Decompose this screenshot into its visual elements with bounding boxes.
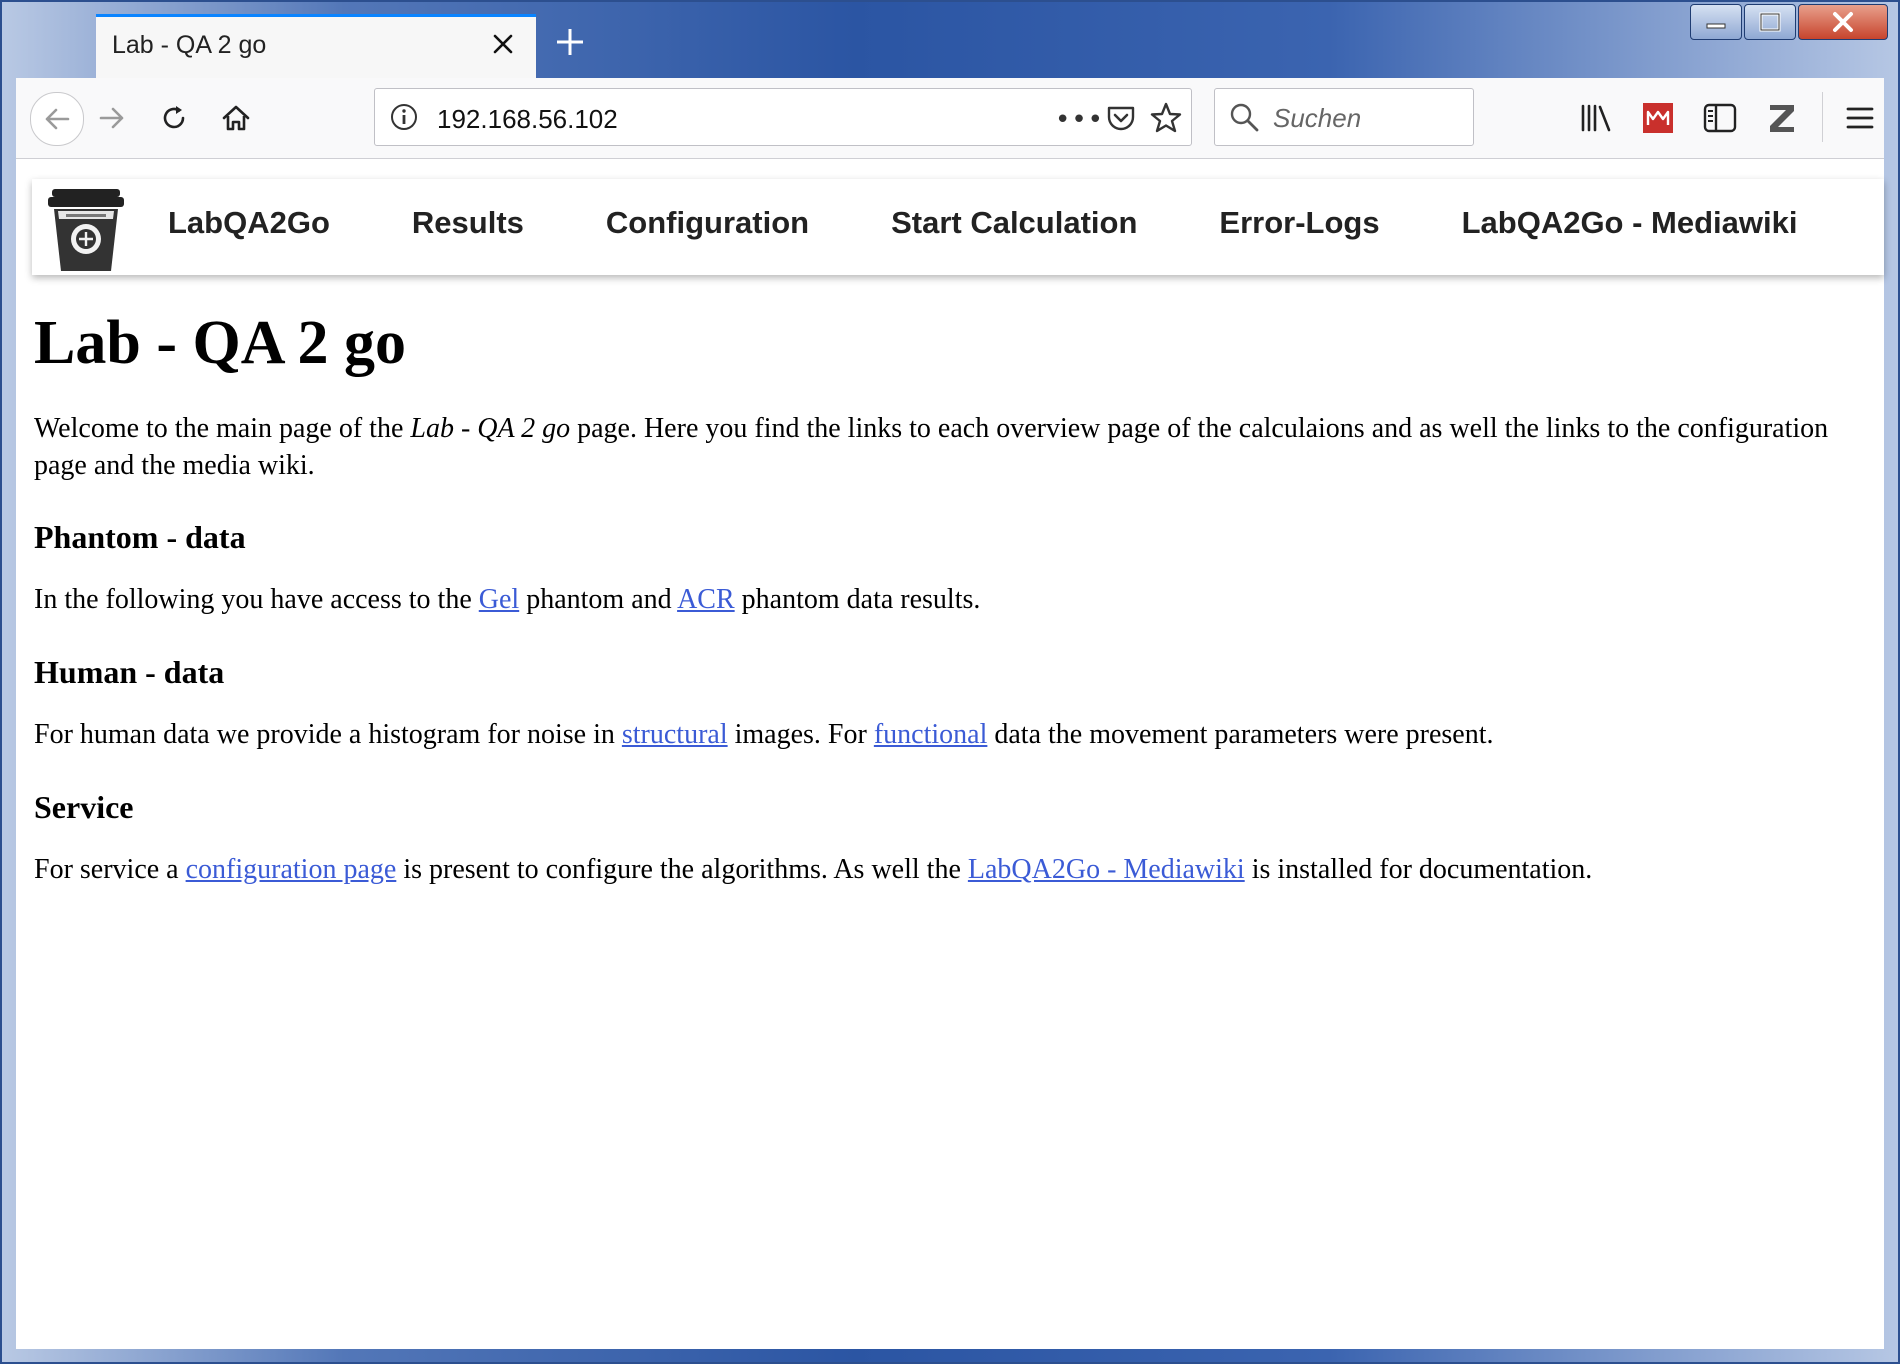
- close-window-icon[interactable]: [1798, 4, 1888, 40]
- page-title: Lab - QA 2 go: [34, 309, 407, 377]
- nav-item-configuration[interactable]: Configuration: [606, 205, 809, 241]
- service-heading: Service: [34, 788, 134, 825]
- structural-link[interactable]: structural: [622, 719, 728, 750]
- human-text-1: For human data we provide a histogram fo…: [34, 719, 622, 751]
- intro-text-before: Welcome to the main page of the: [34, 413, 411, 445]
- maximize-icon[interactable]: [1744, 4, 1796, 40]
- service-text-2: is present to configure the algorithms. …: [396, 853, 968, 885]
- nav-item-mediawiki[interactable]: LabQA2Go - Mediawiki: [1462, 205, 1798, 241]
- gel-link[interactable]: Gel: [479, 584, 519, 615]
- title-bar: Lab - QA 2 go: [2, 2, 1898, 78]
- human-heading: Human - data: [34, 653, 225, 690]
- phantom-text-2: phantom and: [519, 584, 678, 616]
- page-content: Lab - QA 2 go Welcome to the main page o…: [34, 309, 1874, 888]
- nav-item-labqa2go[interactable]: LabQA2Go: [168, 205, 330, 241]
- browser-tab[interactable]: Lab - QA 2 go: [96, 14, 536, 78]
- sidebar-icon[interactable]: [1700, 98, 1740, 138]
- toolbar-separator: [1822, 92, 1823, 142]
- home-icon[interactable]: [210, 92, 262, 144]
- search-icon: [1229, 102, 1259, 136]
- search-input[interactable]: [1271, 101, 1465, 135]
- service-paragraph: For service a configuration page is pres…: [34, 852, 1874, 888]
- forward-arrow-icon[interactable]: [86, 92, 138, 144]
- nav-item-start-calculation[interactable]: Start Calculation: [891, 205, 1137, 241]
- library-icon[interactable]: [1576, 98, 1616, 138]
- nav-item-error-logs[interactable]: Error-Logs: [1219, 205, 1379, 241]
- phantom-text-3: phantom data results.: [734, 584, 981, 616]
- site-navigation-bar: LabQA2Go Results Configuration Start Cal…: [32, 179, 1884, 275]
- coffee-cup-logo-icon[interactable]: [48, 187, 124, 273]
- zotero-red-icon[interactable]: [1638, 98, 1678, 138]
- acr-link[interactable]: ACR: [677, 584, 735, 615]
- functional-link[interactable]: functional: [874, 719, 988, 750]
- zotero-z-icon[interactable]: [1762, 98, 1802, 138]
- phantom-heading: Phantom - data: [34, 518, 246, 555]
- new-tab-plus-icon[interactable]: [550, 22, 590, 62]
- tab-title: Lab - QA 2 go: [112, 31, 267, 59]
- window-controls: [1688, 4, 1888, 40]
- intro-emphasis: Lab - QA 2 go: [410, 413, 571, 445]
- site-menu: LabQA2Go Results Configuration Start Cal…: [168, 205, 1797, 241]
- hamburger-menu-icon[interactable]: [1840, 98, 1880, 138]
- browser-window: Lab - QA 2 go 192.168.56.102 ••• Suchen …: [0, 0, 1900, 1364]
- page-viewport: LabQA2Go Results Configuration Start Cal…: [16, 159, 1884, 1349]
- human-text-3: data the movement parameters were presen…: [987, 719, 1494, 751]
- page-actions-icon[interactable]: •••: [1055, 104, 1103, 136]
- human-paragraph: For human data we provide a histogram fo…: [34, 717, 1874, 753]
- site-info-icon[interactable]: [389, 102, 419, 136]
- close-tab-icon[interactable]: [486, 27, 520, 61]
- url-text[interactable]: 192.168.56.102: [437, 104, 618, 135]
- intro-paragraph: Welcome to the main page of the Lab - QA…: [34, 411, 1874, 484]
- url-bar[interactable]: 192.168.56.102 •••: [374, 88, 1192, 146]
- mediawiki-link[interactable]: LabQA2Go - Mediawiki: [968, 854, 1245, 885]
- search-bar[interactable]: [1214, 88, 1474, 146]
- service-text-3: is installed for documentation.: [1244, 853, 1593, 885]
- phantom-paragraph: In the following you have access to the …: [34, 582, 1874, 618]
- nav-item-results[interactable]: Results: [412, 205, 524, 241]
- reload-icon[interactable]: [148, 92, 200, 144]
- configuration-page-link[interactable]: configuration page: [186, 854, 397, 885]
- bookmark-star-icon[interactable]: [1149, 101, 1183, 139]
- phantom-text-1: In the following you have access to the: [34, 584, 479, 616]
- human-text-2: images. For: [727, 719, 874, 751]
- back-arrow-icon[interactable]: [30, 92, 84, 146]
- service-text-1: For service a: [34, 853, 186, 885]
- navigation-toolbar: 192.168.56.102 •••: [16, 78, 1884, 159]
- pocket-icon[interactable]: [1105, 102, 1137, 138]
- minimize-icon[interactable]: [1690, 4, 1742, 40]
